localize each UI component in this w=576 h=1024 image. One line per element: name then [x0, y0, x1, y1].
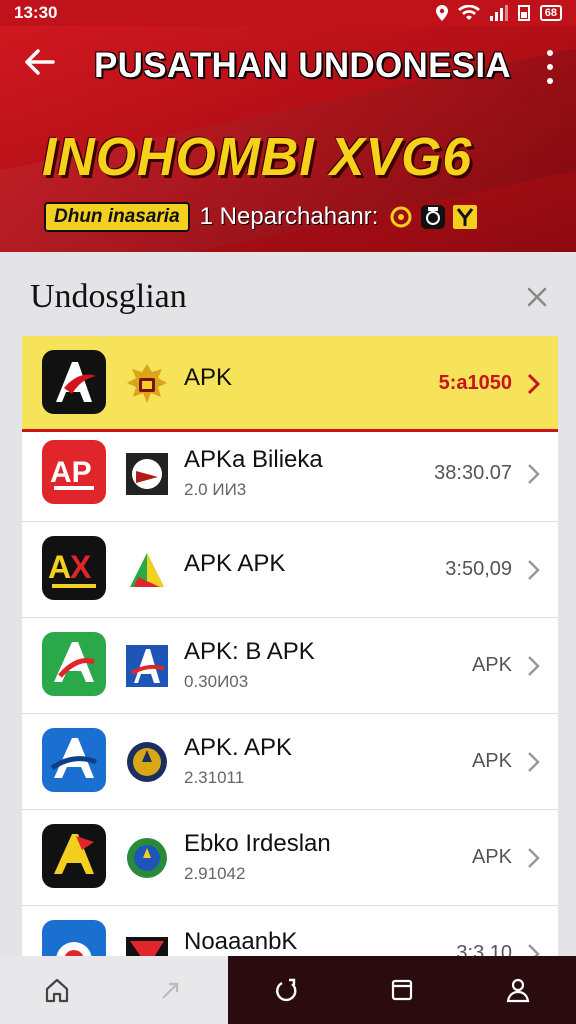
list-item-value: APK: [471, 750, 512, 772]
emblem-badge-icon: [124, 451, 170, 497]
bottom-navigation: [0, 956, 576, 1024]
chevron-right-icon: [528, 464, 540, 484]
chevron-right-icon: [528, 752, 540, 772]
status-time: 13:30: [14, 3, 58, 22]
home-button[interactable]: [37, 970, 77, 1010]
chevron-right-icon: [528, 656, 540, 676]
back-button[interactable]: [20, 42, 60, 82]
a-blue-logo-icon: [42, 728, 106, 792]
svg-text:X: X: [70, 549, 92, 585]
list-item-subtitle: 2.0 ИИ3: [184, 480, 247, 499]
back-arrow-icon: [25, 49, 55, 75]
status-icons: 68: [435, 5, 562, 21]
svg-text:AP: AP: [50, 456, 92, 489]
camera-icon: [420, 204, 446, 230]
list-item[interactable]: APK: B APK 0.30И03 APK: [22, 618, 558, 714]
banner-tag-row: Dhun inasaria 1 Neparchahanr:: [44, 202, 478, 232]
profile-icon: [506, 978, 530, 1003]
list-item-title: NoaaanbK: [184, 928, 298, 955]
apk-red-arrow-icon: [42, 350, 106, 414]
list-item-title: APK: B APK: [184, 638, 315, 665]
battery-icon: 68: [539, 5, 562, 21]
list-item[interactable]: Ebko Irdeslan 2.91042 APK: [22, 810, 558, 906]
chevron-right-icon: [528, 560, 540, 580]
more-menu-button[interactable]: [540, 50, 560, 84]
chevron-right-icon: [528, 848, 540, 868]
banner-tag-text: 1 Neparchahanr:: [199, 203, 379, 230]
list-item-title: APK. APK: [184, 734, 293, 761]
tabs-button[interactable]: [382, 970, 422, 1010]
bottom-nav-left: [0, 956, 228, 1024]
share-icon: [162, 982, 179, 999]
list-item-value: 3:3.10: [456, 942, 512, 956]
list-item[interactable]: NoaaanbK 3:3.10: [22, 906, 558, 956]
wifi-icon: [457, 5, 480, 20]
ap-logo-icon: AP: [42, 440, 106, 504]
sim-icon: [517, 5, 530, 21]
yellow-y-icon: [452, 204, 478, 230]
a-green-logo-icon: [42, 632, 106, 696]
location-icon: [435, 5, 448, 21]
chevron-right-icon: [528, 944, 540, 956]
app-title: PUSATHAN UNDONESIA: [94, 46, 511, 85]
dot-icon: [547, 64, 553, 70]
list-item-value: APK: [471, 846, 512, 868]
profile-button[interactable]: [498, 970, 538, 1010]
share-button[interactable]: [151, 970, 191, 1010]
app-list: APK 5:a1050 AP APKa Bilieka 2.0 ИИ3 38:3…: [22, 336, 558, 956]
svg-text:A: A: [48, 549, 71, 585]
list-item-value: 38:30.07: [434, 462, 512, 484]
garuda-emblem-icon: [124, 361, 170, 407]
close-icon: [527, 287, 547, 307]
list-item-title: APKa Bilieka: [184, 446, 323, 473]
chevron-right-icon: [527, 373, 541, 395]
list-item[interactable]: APK. APK 2.31011 APK: [22, 714, 558, 810]
refresh-button[interactable]: [266, 970, 306, 1010]
signal-icon: [489, 5, 508, 21]
list-item[interactable]: APK 5:a1050: [22, 336, 558, 432]
section-title: Undosglian: [30, 278, 187, 315]
home-icon: [45, 978, 69, 1003]
dot-icon: [547, 50, 553, 56]
bottom-nav-right: [228, 956, 576, 1024]
list-item-subtitle: 2.31011: [184, 768, 245, 787]
ax-logo-icon: AX: [42, 536, 106, 600]
dot-icon: [547, 78, 553, 84]
list-item-value: APK: [471, 654, 512, 676]
a-yellow-logo-icon: [42, 824, 106, 888]
list-item-value: 3:50,09: [445, 558, 512, 580]
status-bar: 13:30 68: [0, 0, 576, 26]
tabs-icon: [391, 979, 413, 1001]
circle-icon: [388, 204, 414, 230]
list-item[interactable]: AP APKa Bilieka 2.0 ИИ3 38:30.07: [22, 426, 558, 522]
round-seal-icon: [124, 739, 170, 785]
list-item-title: Ebko Irdeslan: [184, 830, 331, 857]
list-item-value: 5:a1050: [438, 372, 512, 394]
banner-tag-pill: Dhun inasaria: [44, 202, 190, 232]
list-item-title: APK APK: [184, 550, 286, 577]
a-blue-square-icon: [124, 643, 170, 689]
close-button[interactable]: [522, 282, 552, 312]
banner-tag-icons: [388, 204, 478, 230]
header-banner: PUSATHAN UNDONESIA INOHOMBI XVG6 Dhun in…: [0, 26, 576, 252]
list-item-subtitle: 0.30И03: [184, 672, 249, 691]
refresh-icon: [276, 978, 297, 1002]
list-item[interactable]: AX APK APK 3:50,09: [22, 522, 558, 618]
red-flag-icon: [124, 931, 170, 956]
list-item-subtitle: 2.91042: [184, 864, 246, 883]
list-item-title: APK: [184, 364, 233, 391]
triangle-logo-icon: [124, 547, 170, 593]
target-logo-icon: [42, 920, 106, 956]
banner-headline: INOHOMBI XVG6: [42, 127, 473, 187]
green-seal-icon: [124, 835, 170, 881]
